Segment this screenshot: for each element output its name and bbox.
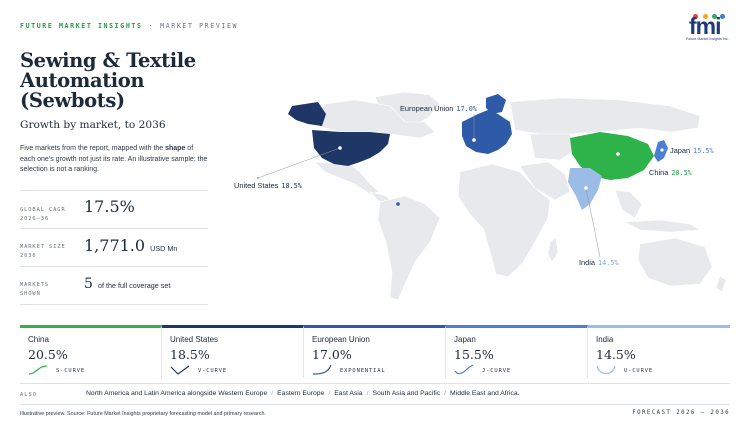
card-value: 20.5% xyxy=(28,347,68,362)
australia-land xyxy=(637,237,713,287)
eu-marker xyxy=(472,138,476,142)
section-name: MARKET PREVIEW xyxy=(160,22,239,30)
new-zealand-land xyxy=(715,275,727,293)
also-item: North America and Latin America alongsid… xyxy=(86,390,268,397)
mexico-land xyxy=(314,161,381,195)
stat-value: 1,771.0 USD Mn xyxy=(84,236,177,255)
world-map xyxy=(257,92,727,301)
us-leader-end xyxy=(257,177,259,179)
stat-divider xyxy=(20,304,208,305)
scandinavia-region xyxy=(486,94,506,114)
card-curve: J-CURVE xyxy=(482,368,512,374)
description-emphasis: shape xyxy=(165,145,186,152)
also-row: ALSO North America and Latin America alo… xyxy=(20,383,730,405)
stat-unit: USD Mn xyxy=(150,244,178,253)
logo-tagline: Future Market Insights Inc. xyxy=(686,37,729,41)
market-cards: China 20.5% S-CURVE United States 18.5% … xyxy=(20,325,730,378)
caribbean-dot xyxy=(396,202,400,206)
callout-united-states: United States 18.5% xyxy=(234,181,302,190)
also-item: Middle East and Africa. xyxy=(450,390,520,397)
card-value: 17.0% xyxy=(312,347,352,362)
card-value: 18.5% xyxy=(170,347,210,362)
logo-mark: fmi xyxy=(689,13,721,39)
stat-market-size: MARKET SIZE 2036 1,771.0 USD Mn xyxy=(20,228,208,266)
page-subtitle: Growth by market, to 2036 xyxy=(20,119,166,131)
u-curve-icon xyxy=(596,365,616,375)
stat-markets-shown: MARKETS SHOWN 5 of the full coverage set xyxy=(20,266,208,304)
s-curve-icon xyxy=(28,365,48,375)
card-name: China xyxy=(28,335,49,344)
stat-value: 5 of the full coverage set xyxy=(84,273,170,292)
stat-number: 5 xyxy=(84,276,93,292)
description: Five markets from the report, mapped wit… xyxy=(20,144,208,176)
callout-india: India 14.5% xyxy=(579,258,619,267)
united-states-region xyxy=(312,130,390,166)
market-card-united-states: United States 18.5% V-CURVE xyxy=(162,325,304,378)
also-items: North America and Latin America alongsid… xyxy=(86,390,520,397)
us-marker xyxy=(338,146,342,150)
fmi-logo: fmi Future Market Insights Inc. xyxy=(684,13,729,44)
callout-name: United States xyxy=(234,181,279,190)
page-title: Sewing & Textile Automation (Sewbots) xyxy=(20,49,196,112)
stat-label: MARKET SIZE 2036 xyxy=(20,244,66,259)
callout-pct: 17.0% xyxy=(456,105,477,113)
indonesia-land xyxy=(623,219,701,233)
card-name: European Union xyxy=(312,335,370,344)
market-card-china: China 20.5% S-CURVE xyxy=(20,325,162,378)
market-card-european-union: European Union 17.0% EXPONENTIAL xyxy=(304,325,446,378)
callout-name: India xyxy=(579,258,596,267)
stat-label: MARKETS SHOWN xyxy=(20,282,50,297)
callout-european-union: European Union 17.0% xyxy=(400,104,477,113)
central-asia-land xyxy=(529,133,576,161)
card-curve: U-CURVE xyxy=(624,368,654,374)
v-curve-icon xyxy=(170,365,190,375)
card-curve: V-CURVE xyxy=(198,368,228,374)
callout-china: China 20.5% xyxy=(649,168,692,177)
callout-name: China xyxy=(649,168,669,177)
logo-dot-blue xyxy=(720,14,725,19)
european-union-region xyxy=(462,110,512,154)
card-value: 15.5% xyxy=(454,347,494,362)
russia-land xyxy=(509,97,701,135)
market-card-japan: Japan 15.5% J-CURVE xyxy=(446,325,588,378)
china-marker xyxy=(616,152,620,156)
source-note: Illustrative preview. Source: Future Mar… xyxy=(20,411,266,417)
stat-number: 1,771.0 xyxy=(84,236,146,255)
forecast-range: FORECAST 2026 – 2036 xyxy=(632,410,730,416)
card-value: 14.5% xyxy=(596,347,636,362)
card-name: Japan xyxy=(454,335,476,344)
callout-pct: 14.5% xyxy=(598,259,619,267)
j-curve-icon xyxy=(454,364,474,375)
also-item: South Asia and Pacific xyxy=(372,390,441,397)
callout-pct: 15.5% xyxy=(693,147,714,155)
stat-label: GLOBAL CAGR 2026–36 xyxy=(20,207,66,222)
callout-name: European Union xyxy=(400,104,454,113)
south-america-land xyxy=(377,195,441,301)
card-name: India xyxy=(596,335,614,344)
also-label: ALSO xyxy=(20,392,37,398)
exponential-curve-icon xyxy=(312,364,332,375)
stat-global-cagr: GLOBAL CAGR 2026–36 17.5% xyxy=(20,190,208,228)
india-marker xyxy=(584,186,588,190)
alaska-region xyxy=(288,102,326,126)
description-part1: Five markets from the report, mapped wit… xyxy=(20,145,166,152)
market-card-india: India 14.5% U-CURVE xyxy=(588,325,730,378)
callout-pct: 20.5% xyxy=(671,169,692,177)
also-item: Eastern Europe xyxy=(277,390,325,397)
southeast-asia-land xyxy=(614,189,643,219)
also-item: East Asia xyxy=(334,390,363,397)
card-curve: EXPONENTIAL xyxy=(340,368,386,374)
callout-name: Japan xyxy=(670,146,691,155)
stat-value: 17.5% xyxy=(84,197,135,216)
callout-pct: 18.5% xyxy=(281,182,302,190)
callout-japan: Japan 15.5% xyxy=(670,146,714,155)
card-name: United States xyxy=(170,335,219,344)
japan-marker xyxy=(660,148,664,152)
card-curve: S-CURVE xyxy=(56,368,86,374)
stat-unit: of the full coverage set xyxy=(98,281,171,290)
brand-name: FUTURE MARKET INSIGHTS xyxy=(20,22,143,30)
eyebrow: FUTURE MARKET INSIGHTS · MARKET PREVIEW xyxy=(20,22,238,30)
eyebrow-separator: · xyxy=(148,22,155,30)
madagascar-land xyxy=(547,237,559,263)
